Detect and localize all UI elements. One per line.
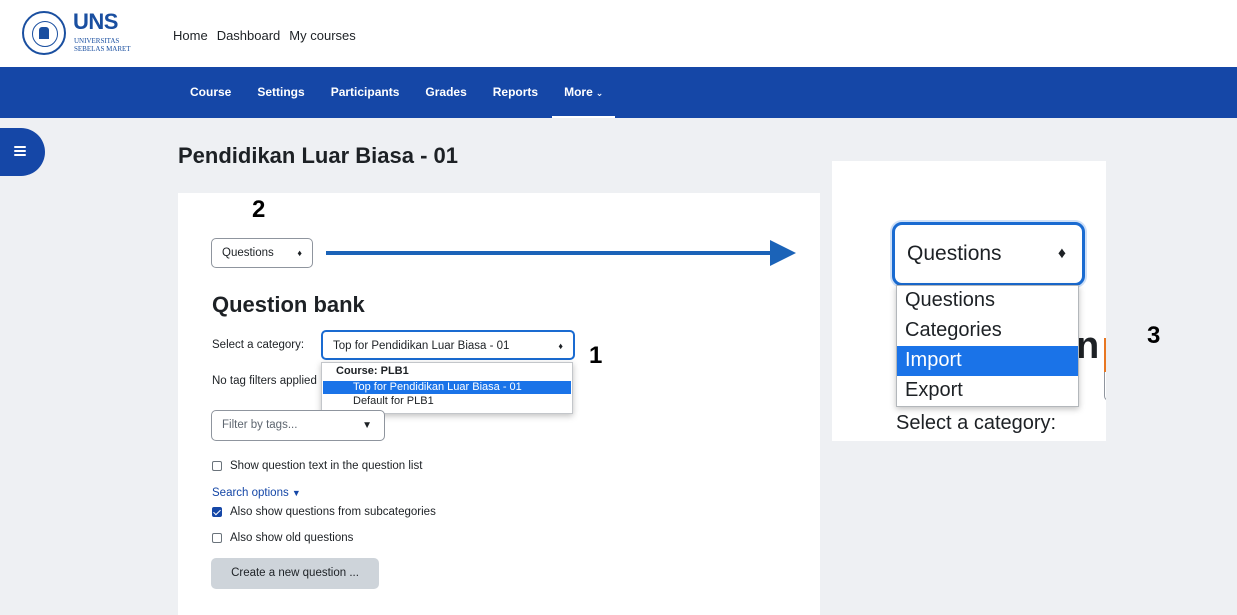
- top-header: UNS Universitas Sebelas Maret Home Dashb…: [0, 0, 1237, 67]
- question-bank-nav-select[interactable]: Questions ♦: [211, 238, 313, 268]
- option-categories[interactable]: Categories: [897, 316, 1078, 346]
- optgroup-course-plb1: Course: PLB1: [336, 365, 409, 377]
- logo-subtitle: Universitas Sebelas Maret: [74, 37, 131, 53]
- option-questions[interactable]: Questions: [897, 286, 1078, 316]
- category-label: Select a category:: [212, 339, 305, 351]
- university-seal-icon: [22, 11, 66, 55]
- zoomed-nav-dropdown-list: Questions Categories Import Export: [896, 285, 1079, 407]
- nav-select-value: Questions: [222, 247, 274, 259]
- select-arrows-icon: ♦: [558, 341, 563, 351]
- select-arrows-icon: ♦: [297, 248, 302, 258]
- primary-navigation: Home Dashboard My courses: [173, 28, 356, 43]
- checkbox-unchecked[interactable]: [212, 461, 222, 471]
- nav-dashboard[interactable]: Dashboard: [217, 28, 281, 43]
- course-index-toggle[interactable]: [0, 128, 45, 176]
- show-text-label: Show question text in the question list: [230, 460, 423, 472]
- subcategories-label: Also show questions from subcategories: [230, 506, 436, 518]
- show-question-text-checkbox[interactable]: Show question text in the question list: [212, 460, 422, 472]
- filter-placeholder: Filter by tags...: [222, 419, 298, 431]
- tab-reports[interactable]: Reports: [493, 67, 538, 118]
- triangle-down-icon[interactable]: ▼: [362, 411, 372, 440]
- search-options-link[interactable]: Search options ▼: [212, 487, 301, 499]
- page-title: Pendidikan Luar Biasa - 01: [178, 143, 458, 168]
- logo-brand: UNS: [73, 9, 118, 34]
- option-import[interactable]: Import: [897, 346, 1078, 376]
- chevron-down-icon: ⌄: [595, 88, 604, 98]
- option-default-category[interactable]: Default for PLB1: [323, 395, 571, 408]
- annotation-arrow-line: [326, 251, 778, 255]
- old-questions-checkbox[interactable]: Also show old questions: [212, 532, 353, 544]
- zoomed-heading-fragment: n: [1076, 325, 1100, 367]
- caret-down-icon: ▼: [291, 488, 301, 498]
- tab-more[interactable]: More ⌄: [552, 67, 616, 118]
- subcategories-checkbox[interactable]: Also show questions from subcategories: [212, 506, 436, 518]
- zoomed-cursor-bar: [1104, 338, 1106, 372]
- arrow-right-icon: [770, 240, 796, 266]
- checkbox-unchecked[interactable]: [212, 533, 222, 543]
- zoomed-select-value: Questions: [907, 242, 1002, 265]
- category-select-value: Top for Pendidikan Luar Biasa - 01: [333, 340, 510, 352]
- annotation-number-1: 1: [589, 342, 603, 369]
- option-export[interactable]: Export: [897, 376, 1078, 406]
- create-new-question-button[interactable]: Create a new question ...: [211, 558, 379, 589]
- annotation-number-2: 2: [252, 196, 266, 223]
- question-bank-heading: Question bank: [212, 292, 365, 317]
- option-top-category[interactable]: Top for Pendidikan Luar Biasa - 01: [323, 381, 571, 394]
- nav-home[interactable]: Home: [173, 28, 208, 43]
- tab-settings[interactable]: Settings: [257, 67, 304, 118]
- list-icon: [14, 146, 26, 156]
- tab-participants[interactable]: Participants: [331, 67, 400, 118]
- search-options-label: Search options: [212, 487, 289, 499]
- checkbox-checked[interactable]: [212, 507, 222, 517]
- category-select[interactable]: Top for Pendidikan Luar Biasa - 01 ♦: [321, 330, 575, 360]
- category-dropdown-list: Course: PLB1 Top for Pendidikan Luar Bia…: [321, 362, 573, 414]
- tag-filter-input[interactable]: Filter by tags... ▼: [211, 410, 385, 441]
- select-arrows-icon: ♦: [1057, 245, 1066, 262]
- zoomed-category-label: Select a category:: [896, 412, 1057, 434]
- tab-grades[interactable]: Grades: [425, 67, 466, 118]
- tab-course[interactable]: Course: [190, 67, 231, 118]
- annotation-number-3: 3: [1147, 322, 1161, 349]
- uns-logo[interactable]: UNS Universitas Sebelas Maret: [22, 9, 142, 61]
- nav-my-courses[interactable]: My courses: [289, 28, 355, 43]
- no-tag-filters-text: No tag filters applied: [212, 375, 317, 387]
- zoomed-nav-select[interactable]: Questions ♦: [892, 222, 1085, 286]
- course-navigation: Course Settings Participants Grades Repo…: [0, 67, 1237, 118]
- tab-more-label: More: [564, 85, 593, 99]
- old-questions-label: Also show old questions: [230, 532, 354, 544]
